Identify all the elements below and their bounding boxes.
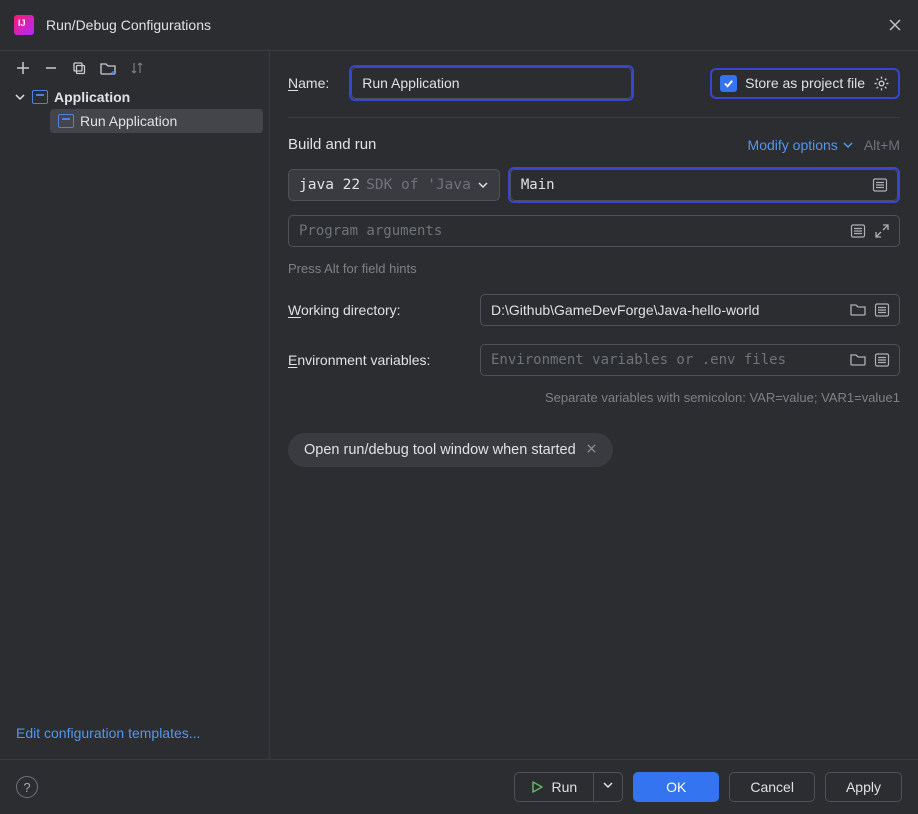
folder-icon[interactable] bbox=[850, 352, 866, 366]
chip-remove-icon[interactable] bbox=[586, 442, 597, 458]
modify-options-link[interactable]: Modify options bbox=[748, 137, 854, 153]
sdk-select[interactable]: java 22 SDK of 'Java bbox=[288, 169, 500, 201]
tree-child-label: Run Application bbox=[80, 113, 177, 129]
tree-node-run-application[interactable]: Run Application bbox=[50, 109, 263, 133]
working-dir-label: Working directory: bbox=[288, 302, 468, 318]
field-hint: Press Alt for field hints bbox=[288, 261, 900, 276]
intellij-icon bbox=[14, 15, 34, 35]
titlebar: Run/Debug Configurations bbox=[0, 0, 918, 50]
env-label: Environment variables: bbox=[288, 352, 468, 368]
gear-icon[interactable] bbox=[873, 75, 890, 92]
run-dropdown[interactable] bbox=[593, 772, 623, 802]
main-class-input[interactable] bbox=[510, 169, 898, 201]
ok-button[interactable]: OK bbox=[633, 772, 719, 802]
list-icon[interactable] bbox=[874, 352, 890, 368]
working-directory-input[interactable] bbox=[480, 294, 900, 326]
content-panel: Name: Store as project file Build and ru… bbox=[270, 51, 918, 759]
chevron-down-icon bbox=[477, 179, 489, 191]
sidebar-toolbar bbox=[0, 55, 269, 81]
close-button[interactable] bbox=[886, 16, 904, 34]
tree-parent-label: Application bbox=[54, 89, 130, 105]
folder-icon[interactable] bbox=[850, 302, 866, 316]
application-type-icon bbox=[32, 90, 48, 104]
option-chip-open-tool-window[interactable]: Open run/debug tool window when started bbox=[288, 433, 613, 467]
application-type-icon bbox=[58, 114, 74, 128]
run-button[interactable]: Run bbox=[514, 772, 593, 802]
run-split-button[interactable]: Run bbox=[514, 772, 623, 802]
help-button[interactable]: ? bbox=[16, 776, 38, 798]
remove-icon[interactable] bbox=[44, 61, 58, 75]
chevron-down-icon bbox=[602, 779, 614, 791]
window-title: Run/Debug Configurations bbox=[46, 17, 211, 33]
apply-button[interactable]: Apply bbox=[825, 772, 902, 802]
name-input[interactable] bbox=[351, 67, 632, 99]
list-icon[interactable] bbox=[850, 223, 866, 239]
env-hint: Separate variables with semicolon: VAR=v… bbox=[288, 390, 900, 405]
name-label: Name: bbox=[288, 75, 329, 91]
build-run-heading: Build and run bbox=[288, 136, 376, 153]
sidebar: Application Run Application Edit configu… bbox=[0, 51, 270, 759]
close-icon bbox=[888, 18, 902, 32]
play-icon bbox=[531, 781, 543, 793]
cancel-button[interactable]: Cancel bbox=[729, 772, 815, 802]
expand-icon[interactable] bbox=[874, 223, 890, 239]
check-icon bbox=[723, 78, 734, 89]
add-icon[interactable] bbox=[16, 61, 30, 75]
list-icon[interactable] bbox=[874, 302, 890, 318]
store-checkbox[interactable] bbox=[720, 75, 737, 92]
list-icon[interactable] bbox=[872, 177, 888, 193]
program-arguments-input[interactable] bbox=[288, 215, 900, 247]
store-label: Store as project file bbox=[745, 75, 865, 91]
modify-shortcut: Alt+M bbox=[864, 137, 900, 153]
sdk-value: java 22 bbox=[299, 177, 360, 193]
sort-icon[interactable] bbox=[130, 61, 144, 75]
dialog-footer: ? Run OK Cancel Apply bbox=[0, 760, 918, 814]
store-project-file[interactable]: Store as project file bbox=[710, 68, 900, 99]
chevron-down-icon bbox=[842, 139, 854, 151]
chevron-down-icon bbox=[14, 91, 26, 103]
folder-icon[interactable] bbox=[100, 61, 116, 75]
config-tree: Application Run Application bbox=[0, 81, 269, 137]
tree-node-application[interactable]: Application bbox=[6, 85, 263, 109]
sdk-secondary: SDK of 'Java bbox=[366, 177, 471, 193]
copy-icon[interactable] bbox=[72, 61, 86, 75]
edit-templates-link[interactable]: Edit configuration templates... bbox=[16, 725, 200, 741]
chip-label: Open run/debug tool window when started bbox=[304, 442, 576, 458]
env-variables-input[interactable] bbox=[480, 344, 900, 376]
